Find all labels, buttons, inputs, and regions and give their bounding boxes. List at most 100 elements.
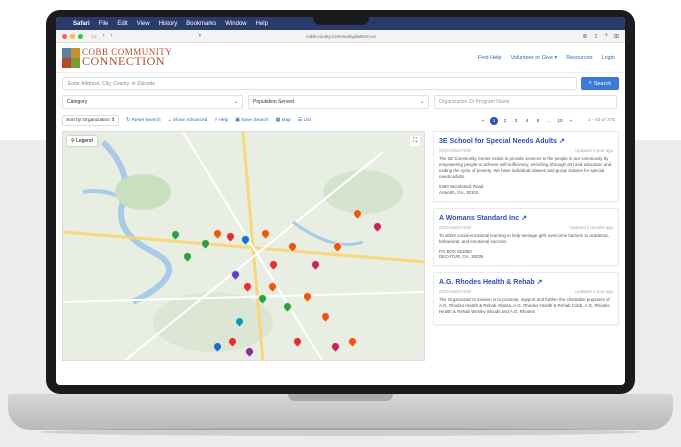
external-link-icon: ↗ (558, 138, 565, 145)
fullscreen-icon[interactable]: ⛶ (410, 136, 420, 146)
result-title: 3E School for Special Needs Adults (439, 138, 557, 145)
url-bar[interactable]: cobb-county.communityplatform.us (266, 34, 416, 39)
page-next[interactable]: » (567, 117, 575, 125)
result-address-line-2: DECATUR, GA, 30036 (439, 254, 484, 260)
result-description: The 3E Community Center exists to provid… (439, 156, 612, 179)
search-icon: ⌕ (588, 80, 592, 86)
result-title-link[interactable]: A Womans Standard Inc ↗ (439, 214, 613, 222)
save-icon: ▣ (235, 118, 240, 123)
privacy-icon[interactable]: ◐ (199, 33, 203, 40)
save-search-link[interactable]: ▣ Save Search (235, 118, 268, 123)
result-card: A.G. Rhodes Health & Rehab ↗ ORGANIZATIO… (433, 272, 619, 326)
nav-login[interactable]: Login (602, 55, 615, 61)
search-row: Enter Address, City, County, or Zipcode … (56, 73, 625, 94)
result-updated: Updated 1 year ago (575, 289, 613, 295)
result-title-link[interactable]: 3E School for Special Needs Adults ↗ (439, 137, 613, 145)
map-view-label: Map (281, 118, 291, 123)
quilt-logo-icon (62, 47, 80, 68)
site-header: COBB COMMUNITY CONNECTION Find Help Volu… (56, 43, 625, 73)
chevron-down-icon: ▾ (554, 54, 558, 61)
menu-view[interactable]: View (137, 21, 150, 27)
page-4[interactable]: 4 (523, 117, 531, 125)
forward-icon[interactable]: › (111, 33, 113, 40)
population-select-label: Population Served (253, 99, 294, 105)
result-updated: Updated 2 months ago (569, 224, 613, 230)
share-icon[interactable]: ⇪ (593, 33, 598, 40)
sidebar-toggle-icon[interactable]: ▭ (91, 33, 97, 40)
show-advanced-link[interactable]: ⌄ Show Advanced (168, 118, 208, 123)
sort-select[interactable]: Sort by Organization ⇕ (62, 115, 120, 126)
category-select[interactable]: Category ⌄ (62, 95, 243, 109)
category-select-label: Category (67, 99, 88, 105)
laptop-screen: Safari File Edit View History Bookmarks … (56, 17, 625, 385)
resource-map[interactable]: ⚲ Legend ⛶ (62, 131, 425, 361)
results-list: 3E School for Special Needs Adults ↗ ORG… (433, 131, 619, 361)
result-meta: ORGANIZATION Updated 2 months ago (439, 225, 613, 230)
help-label: Help (218, 118, 229, 123)
organization-input-placeholder: Organization Or Program Name (439, 99, 510, 105)
result-updated: Updated 1 year ago (575, 148, 613, 153)
address-input[interactable]: Enter Address, City, County, or Zipcode (62, 77, 577, 90)
result-card: 3E School for Special Needs Adults ↗ ORG… (433, 131, 619, 202)
nav-volunteer[interactable]: Volunteer or Give ▾ (510, 55, 557, 61)
nav-find-help[interactable]: Find Help (478, 55, 502, 61)
tab-overview-icon[interactable]: ⊞ (614, 33, 619, 40)
menu-app-name[interactable]: Safari (73, 21, 90, 27)
map-legend-button[interactable]: ⚲ Legend (67, 136, 97, 146)
nav-resources[interactable]: Resources (566, 55, 592, 61)
menu-bookmarks[interactable]: Bookmarks (186, 21, 216, 27)
page-3[interactable]: 3 (512, 117, 520, 125)
menu-window[interactable]: Window (225, 21, 246, 27)
camera-notch (313, 11, 369, 25)
result-address-line-2: Acworth, GA, 30102 (439, 189, 479, 195)
reset-search-link[interactable]: ↻ Reset Search (126, 118, 160, 123)
organization-input[interactable]: Organization Or Program Name (434, 95, 617, 109)
page-2[interactable]: 2 (501, 117, 509, 125)
search-button[interactable]: ⌕ Search (581, 77, 619, 90)
new-tab-icon[interactable]: + (604, 33, 608, 40)
window-controls (62, 33, 83, 39)
menu-history[interactable]: History (159, 21, 178, 27)
chevron-down-icon: ⌄ (419, 99, 424, 105)
menu-file[interactable]: File (99, 21, 109, 27)
sort-select-label: Sort by Organization (66, 118, 110, 123)
filter-row: Category ⌄ Population Served ⌄ Organizat… (56, 94, 625, 110)
nav-volunteer-label: Volunteer or Give (510, 54, 553, 61)
reset-icon: ↻ (126, 118, 131, 123)
result-description: The Organization's mission is to promote… (439, 297, 610, 315)
menu-help[interactable]: Help (256, 21, 268, 27)
help-link[interactable]: ? Help (214, 118, 228, 123)
result-meta: ORGANIZATION Updated 1 year ago (439, 289, 613, 294)
show-advanced-label: Show Advanced (172, 118, 208, 123)
result-type: ORGANIZATION (439, 224, 472, 230)
minimize-window-button[interactable] (70, 33, 75, 39)
site-logo[interactable]: COBB COMMUNITY CONNECTION (62, 47, 172, 69)
page-5[interactable]: 5 (534, 117, 542, 125)
result-title-link[interactable]: A.G. Rhodes Health & Rehab ↗ (439, 278, 613, 286)
result-meta: ORGANIZATION Updated 1 year ago (439, 148, 613, 153)
page-1[interactable]: 1 (490, 116, 499, 125)
population-select[interactable]: Population Served ⌄ (248, 95, 429, 109)
control-row: Sort by Organization ⇕ ↻ Reset Search ⌄ … (56, 110, 625, 131)
content-area: ⚲ Legend ⛶ 3E School for Special Needs A… (56, 131, 625, 361)
result-type: ORGANIZATION (439, 289, 472, 295)
laptop-base-notch (288, 394, 393, 401)
external-link-icon: ↗ (536, 279, 543, 287)
zoom-window-button[interactable] (78, 33, 83, 39)
menu-edit[interactable]: Edit (117, 21, 127, 27)
back-icon[interactable]: ‹ (103, 33, 105, 40)
save-search-label: Save Search (241, 118, 269, 123)
pin-icon: ⚲ (71, 138, 75, 144)
pagination: « 1 2 3 4 5 ... 10 » 1 - 40 of 375 (479, 116, 619, 125)
map-base-graphic (63, 132, 424, 360)
download-icon[interactable]: ⊕ (582, 33, 587, 40)
list-view-label: List (303, 118, 311, 123)
logo-line-2: CONNECTION (82, 54, 165, 69)
laptop-shadow (40, 428, 640, 436)
reset-search-label: Reset Search (131, 118, 161, 123)
page-prev[interactable]: « (479, 117, 487, 125)
close-window-button[interactable] (62, 33, 67, 39)
page-10[interactable]: 10 (556, 117, 564, 125)
map-view-link[interactable]: ▦ Map (276, 118, 291, 123)
list-view-link[interactable]: ☰ List (298, 118, 311, 123)
